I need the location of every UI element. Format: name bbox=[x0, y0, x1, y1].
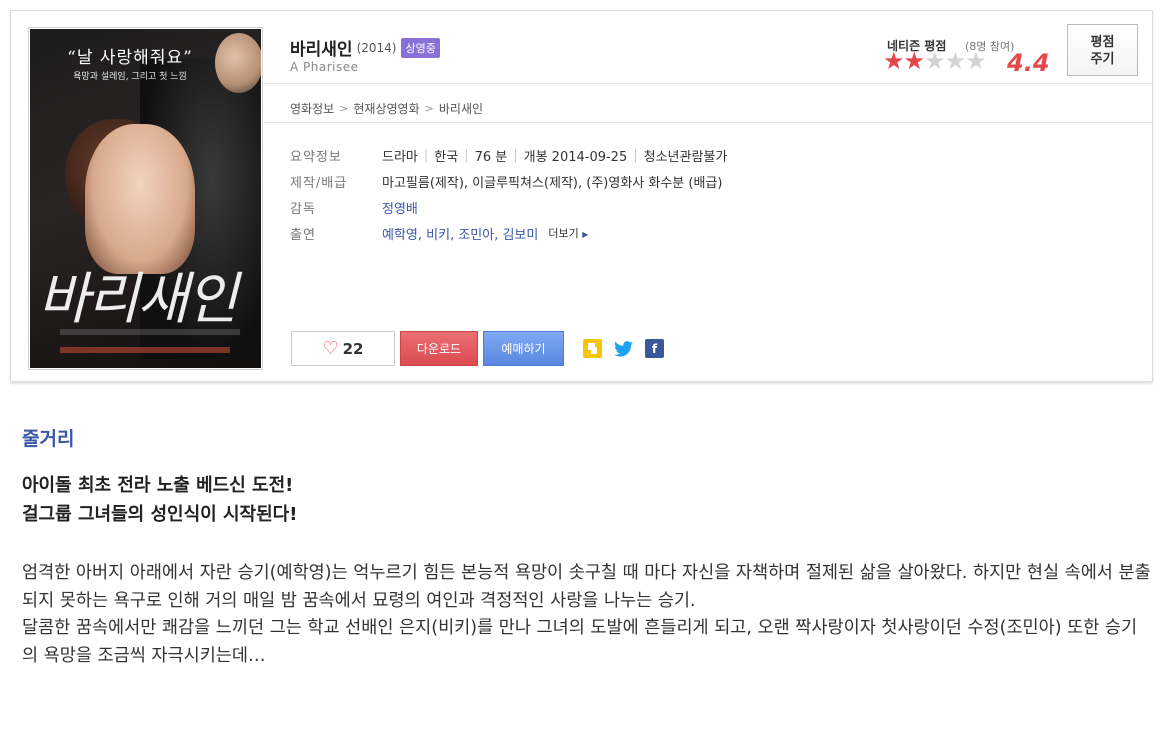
triangle-right-icon: ▶ bbox=[582, 230, 589, 239]
download-button[interactable]: 다운로드 bbox=[400, 331, 478, 366]
movie-year: (2014) bbox=[356, 40, 397, 55]
director-row: 감독 정영배 bbox=[290, 194, 727, 220]
poster-calligraphy-title: 바리새인 bbox=[38, 267, 238, 332]
plot-synopsis: 엄격한 아버지 아래에서 자란 승기(예학영)는 억누르기 힘든 본능적 욕망이… bbox=[22, 560, 1152, 670]
star-empty-icon: ★ bbox=[944, 47, 967, 75]
production-value: 마고필름(제작), 이글루픽쳐스(제작), (주)영화사 화수분 (배급) bbox=[382, 175, 723, 191]
genre: 드라마 bbox=[382, 149, 418, 165]
separator: | bbox=[513, 147, 518, 163]
poster-release-line bbox=[60, 347, 230, 353]
star-empty-icon: ★ bbox=[965, 47, 987, 75]
breadcrumb-item[interactable]: 바리새인 bbox=[439, 100, 483, 117]
summary-row: 요약정보 드라마 | 한국 | 76 분 | 개봉 2014-09-25 | 청소년관람… bbox=[290, 142, 727, 168]
age-rating: 청소년관람불가 bbox=[643, 149, 728, 165]
rate-button[interactable]: 평점 주기 bbox=[1067, 24, 1138, 76]
like-button[interactable]: ♡ 22 bbox=[291, 331, 395, 366]
movie-title: 바리새인 bbox=[290, 40, 353, 60]
tagline-line: 걸그룹 그녀들의 성인식이 시작된다! bbox=[22, 504, 298, 525]
share-icons: f bbox=[583, 339, 676, 358]
more-label: 더보기 bbox=[548, 227, 579, 240]
rating-score: 4.4 bbox=[1007, 49, 1050, 77]
production-row: 제작/배급 마고필름(제작), 이글루픽쳐스(제작), (주)영화사 화수분 (… bbox=[290, 168, 727, 194]
facebook-icon[interactable]: f bbox=[645, 339, 664, 358]
chevron-right-icon: > bbox=[339, 102, 349, 115]
chevron-right-icon: > bbox=[424, 102, 434, 115]
divider bbox=[264, 83, 1152, 84]
cast-label: 출연 bbox=[290, 227, 316, 243]
poster-figure-woman bbox=[85, 124, 195, 274]
breadcrumb-item[interactable]: 영화정보 bbox=[290, 100, 334, 117]
release-date: 개봉 2014-09-25 bbox=[523, 149, 628, 165]
movie-info-card: “날 사랑해줘요” 욕망과 설레임, 그리고 첫 느낌 바리새인 바리새인 (2… bbox=[10, 10, 1153, 382]
separator: | bbox=[464, 147, 469, 163]
movie-details: 요약정보 드라마 | 한국 | 76 분 | 개봉 2014-09-25 | 청소년관람… bbox=[290, 142, 727, 246]
kakaostory-icon[interactable] bbox=[583, 339, 602, 358]
runtime: 76 분 bbox=[474, 149, 508, 165]
divider bbox=[264, 122, 1152, 123]
more-cast-button[interactable]: 더보기 ▶ bbox=[548, 225, 588, 241]
cast-links[interactable]: 예학영, 비키, 조민아, 김보미 bbox=[382, 224, 538, 243]
separator: | bbox=[633, 147, 638, 163]
director-label: 감독 bbox=[290, 201, 316, 217]
rate-button-line2: 주기 bbox=[1090, 52, 1115, 67]
title-row: 바리새인 (2014) 상영중 bbox=[290, 35, 440, 60]
summary-label: 요약정보 bbox=[290, 149, 342, 165]
breadcrumb: 영화정보 > 현재상영영화 > 바리새인 bbox=[290, 100, 483, 117]
cast-row: 출연 예학영, 비키, 조민아, 김보미 더보기 ▶ bbox=[290, 220, 727, 246]
rate-button-line1: 평점 bbox=[1090, 35, 1115, 50]
poster-subquote: 욕망과 설레임, 그리고 첫 느낌 bbox=[73, 72, 187, 82]
country: 한국 bbox=[434, 149, 459, 165]
breadcrumb-item[interactable]: 현재상영영화 bbox=[353, 100, 419, 117]
twitter-icon[interactable] bbox=[614, 339, 633, 358]
status-badge: 상영중 bbox=[401, 37, 440, 58]
original-title: A Pharisee bbox=[290, 60, 359, 74]
plot-tagline: 아이돌 최초 전라 노출 베드신 도전! 걸그룹 그녀들의 성인식이 시작된다! bbox=[22, 471, 297, 529]
action-bar: ♡ 22 다운로드 예매하기 f bbox=[291, 331, 676, 366]
synopsis-paragraph: 엄격한 아버지 아래에서 자란 승기(예학영)는 억누르기 힘든 본능적 욕망이… bbox=[22, 563, 1151, 611]
summary-value: 드라마 | 한국 | 76 분 | 개봉 2014-09-25 | 청소년관람불가 bbox=[382, 146, 727, 165]
heart-outline-icon: ♡ bbox=[322, 338, 339, 359]
star-empty-icon: ★ bbox=[924, 47, 946, 75]
poster-credits bbox=[60, 329, 240, 335]
reserve-button[interactable]: 예매하기 bbox=[483, 331, 564, 366]
poster-quote: “날 사랑해줘요” bbox=[67, 48, 193, 68]
plot-section-title: 줄거리 bbox=[22, 428, 75, 450]
tagline-line: 아이돌 최초 전라 노출 베드신 도전! bbox=[22, 475, 294, 496]
production-label: 제작/배급 bbox=[290, 175, 348, 191]
director-link[interactable]: 정영배 bbox=[382, 198, 418, 217]
separator: | bbox=[423, 147, 429, 163]
like-count: 22 bbox=[342, 339, 364, 358]
movie-poster[interactable]: “날 사랑해줘요” 욕망과 설레임, 그리고 첫 느낌 바리새인 bbox=[28, 27, 263, 370]
rating-stars: ★ ★ ★ ★ ★ bbox=[883, 47, 987, 75]
synopsis-paragraph: 달콤한 꿈속에서만 쾌감을 느끼던 그는 학교 선배인 은지(비키)를 만나 그… bbox=[22, 618, 1138, 666]
star-filled-icon: ★ bbox=[903, 47, 926, 75]
poster-image: “날 사랑해줘요” 욕망과 설레임, 그리고 첫 느낌 바리새인 bbox=[30, 29, 261, 368]
star-filled-icon: ★ bbox=[883, 47, 905, 75]
